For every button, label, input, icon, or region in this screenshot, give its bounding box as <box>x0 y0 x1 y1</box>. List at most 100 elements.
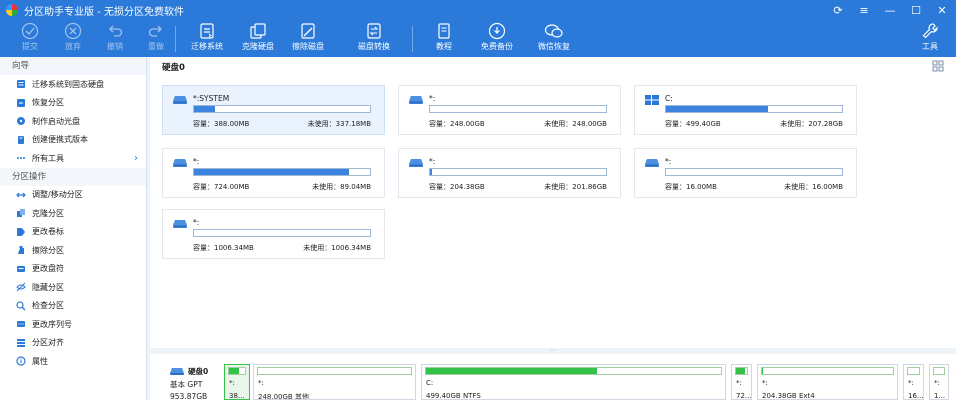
sidebar-item-boot-disc[interactable]: 制作启动光盘 <box>0 112 146 131</box>
sidebar-item-properties[interactable]: 属性 <box>0 352 146 371</box>
disk-map-segment[interactable]: *: 38... <box>224 364 250 400</box>
disk-convert-button[interactable]: 磁盘转换 <box>344 20 404 52</box>
capacity-value: 1006.34MB <box>214 244 254 252</box>
disk-map-name: 硬盘0 <box>188 367 209 376</box>
sidebar-item-resize[interactable]: 调整/移动分区 <box>0 186 146 205</box>
capacity-text: 容量：16.00MB <box>665 182 717 192</box>
sidebar-item-check-partition[interactable]: 检查分区 <box>0 297 146 316</box>
capacity-text: 容量：724.00MB <box>193 182 249 192</box>
sidebar-item-label: 更改盘符 <box>32 264 64 274</box>
partition-card[interactable]: *: 容量：204.38GB 未使用：201.86GB <box>398 148 621 198</box>
partition-card[interactable]: C: 容量：499.40GB 未使用：207.28GB <box>634 85 857 135</box>
usage-bar-fill <box>194 106 216 112</box>
refresh-icon[interactable]: ⟳ <box>830 2 846 18</box>
sidebar-item-wipe-partition[interactable]: 擦除分区 <box>0 241 146 260</box>
view-toggle-icon[interactable] <box>932 60 944 72</box>
segment-info: 204.38GB Ext4 <box>762 392 815 400</box>
sidebar-item-label: 擦除分区 <box>32 245 64 255</box>
segment-info: 248.00GB 其他 <box>258 393 309 400</box>
clone-icon <box>17 209 25 218</box>
sidebar-item-clone-partition[interactable]: 克隆分区 <box>0 204 146 223</box>
sidebar-item-hide-partition[interactable]: 隐藏分区 <box>0 278 146 297</box>
partition-card[interactable]: *:SYSTEM 容量：388.00MB 未使用：337.18MB <box>162 85 385 135</box>
sidebar-item-all-tools[interactable]: 所有工具 › <box>0 149 146 168</box>
usage-bar-fill <box>430 169 432 175</box>
sidebar-item-restore-partition[interactable]: 恢复分区 <box>0 94 146 113</box>
wipe-disk-button[interactable]: 擦除磁盘 <box>278 20 338 52</box>
maximize-button[interactable]: ☐ <box>908 2 924 18</box>
free-prefix: 未使用： <box>544 120 573 128</box>
restore-icon <box>17 98 25 107</box>
toolbar-divider <box>412 26 413 52</box>
capacity-prefix: 容量： <box>193 244 214 252</box>
disk-map-segment[interactable]: *: 72... <box>731 364 752 400</box>
title-bar: 分区助手专业版 - 无损分区免费软件 <box>0 0 956 20</box>
sidebar-item-migrate-ssd[interactable]: 迁移系统到固态硬盘 <box>0 75 146 94</box>
wipe-disk-label: 擦除磁盘 <box>292 42 324 51</box>
migrate-icon <box>200 23 214 39</box>
redo-icon <box>148 25 162 37</box>
partition-card[interactable]: *: 容量：16.00MB 未使用：16.00MB <box>634 148 857 198</box>
check-icon <box>16 301 26 311</box>
segment-usage-bar <box>257 367 412 375</box>
menu-icon[interactable]: ≡ <box>856 2 872 18</box>
window-controls: ⟳ ≡ — ☐ ✕ <box>830 2 950 18</box>
disk-map-disk-info[interactable]: 硬盘0 基本 GPT 953.87GB <box>170 366 208 400</box>
sidebar-item-label: 调整/移动分区 <box>32 190 83 200</box>
capacity-value: 724.00MB <box>214 183 250 191</box>
capacity-text: 容量：499.40GB <box>665 119 721 129</box>
sidebar-item-label: 克隆分区 <box>32 208 64 218</box>
disk-map-segment[interactable]: *: 1... <box>929 364 949 400</box>
toolbar-divider <box>175 26 176 52</box>
free-value: 248.00GB <box>572 120 607 128</box>
sidebar-item-change-label[interactable]: 更改卷标 <box>0 223 146 242</box>
drive-icon <box>173 220 187 228</box>
tutorial-label: 教程 <box>436 42 452 51</box>
free-prefix: 未使用： <box>544 183 573 191</box>
segment-usage-fill <box>762 368 764 374</box>
partition-card[interactable]: *: 容量：1006.34MB 未使用：1006.34MB <box>162 209 385 259</box>
wrench-icon <box>922 23 938 39</box>
capacity-prefix: 容量： <box>665 183 686 191</box>
usage-bar-fill <box>194 169 349 175</box>
tutorial-button[interactable]: 教程 <box>414 20 474 52</box>
portable-icon <box>18 135 24 144</box>
hard-disk-icon <box>170 368 184 375</box>
disk-map-segment[interactable]: *: 248.00GB 其他 <box>253 364 416 400</box>
usage-bar-fill <box>666 106 769 112</box>
capacity-value: 248.00GB <box>450 120 485 128</box>
sidebar-item-portable[interactable]: 创建便携式版本 <box>0 131 146 150</box>
hide-icon <box>16 282 26 292</box>
free-backup-button[interactable]: 免费备份 <box>467 20 527 52</box>
sidebar-item-change-serial[interactable]: 更改序列号 <box>0 315 146 334</box>
sidebar-item-label: 恢复分区 <box>32 98 64 108</box>
partition-name: C: <box>665 94 673 103</box>
disk-map-segment[interactable]: C: 499.40GB NTFS <box>421 364 726 400</box>
usage-bar <box>193 105 371 113</box>
partition-name: *: <box>193 157 200 166</box>
segment-usage-bar <box>735 367 748 375</box>
sidebar-item-align-partition[interactable]: 分区对齐 <box>0 334 146 353</box>
minimize-button[interactable]: — <box>882 2 898 18</box>
segment-info: 1... <box>934 392 946 400</box>
close-button[interactable]: ✕ <box>934 2 950 18</box>
wechat-restore-button[interactable]: 微信恢复 <box>524 20 584 52</box>
disk-map-segment[interactable]: *: 204.38GB Ext4 <box>757 364 898 400</box>
segment-usage-bar <box>228 367 246 375</box>
free-space-text: 未使用：337.18MB <box>308 119 371 129</box>
tools-button[interactable]: 工具 <box>906 20 954 52</box>
sidebar-item-change-drive-letter[interactable]: 更改盘符 <box>0 260 146 279</box>
info-icon <box>16 356 26 366</box>
capacity-value: 16.00MB <box>686 183 717 191</box>
disk-map-segment[interactable]: *: 16... <box>903 364 924 400</box>
free-space-text: 未使用：1006.34MB <box>303 243 371 253</box>
segment-usage-fill <box>736 368 746 374</box>
segment-usage-fill <box>426 368 598 374</box>
segment-name: *: <box>258 379 264 387</box>
partition-card[interactable]: *: 容量：724.00MB 未使用：89.04MB <box>162 148 385 198</box>
partition-card[interactable]: *: 容量：248.00GB 未使用：248.00GB <box>398 85 621 135</box>
drive-icon <box>409 159 423 167</box>
capacity-prefix: 容量： <box>193 120 214 128</box>
sidebar-item-label: 检查分区 <box>32 301 64 311</box>
capacity-prefix: 容量： <box>665 120 686 128</box>
